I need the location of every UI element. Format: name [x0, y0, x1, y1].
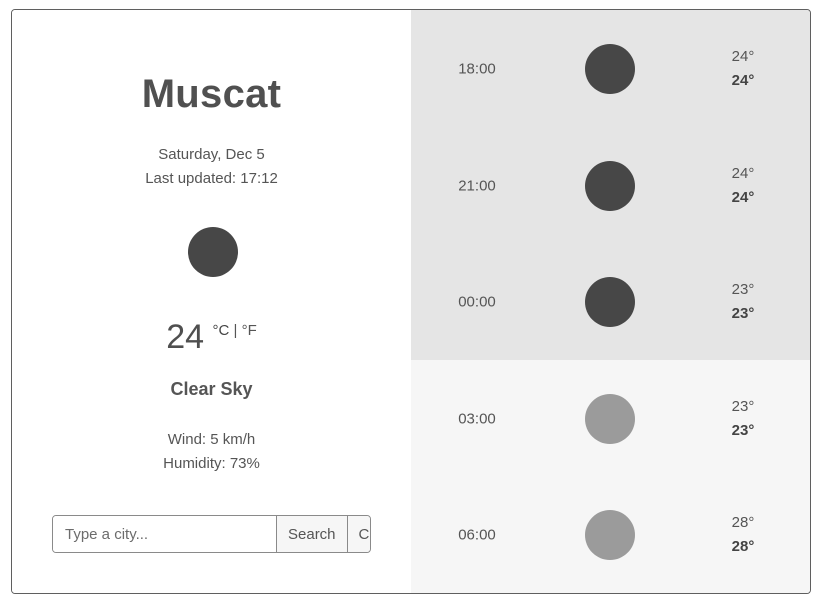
current-date: Saturday, Dec 5: [158, 146, 265, 163]
forecast-temp-bottom: 23°: [731, 421, 755, 439]
fahrenheit-link[interactable]: °F: [242, 322, 257, 339]
moon-icon: [585, 43, 635, 94]
forecast-time: 00:00: [458, 293, 496, 311]
forecast-row: 21:00 24° 24°: [411, 127, 810, 244]
forecast-temp-top: 24°: [731, 164, 755, 182]
forecast-time: 03:00: [458, 410, 496, 427]
sun-icon: [585, 510, 635, 560]
forecast-temperatures: 24° 24°: [711, 162, 775, 210]
weather-description: Clear Sky: [170, 379, 253, 399]
sun-icon: [585, 393, 635, 444]
celsius-link[interactable]: °C: [213, 322, 230, 339]
forecast-time: 21:00: [458, 177, 496, 194]
forecast-temperatures: 24° 24°: [711, 45, 775, 93]
forecast-time: 06:00: [458, 526, 496, 544]
forecast-row: 18:00 24° 24°: [411, 10, 810, 127]
moon-icon: [585, 277, 635, 327]
last-updated: Last updated: 17:12: [145, 170, 278, 187]
forecast-temp-bottom: 24°: [731, 71, 755, 89]
unit-switcher: °C | °F: [213, 322, 257, 339]
forecast-row: 00:00 23° 23°: [411, 244, 810, 360]
forecast-time: 18:00: [458, 60, 496, 77]
forecast-temp-bottom: 24°: [731, 188, 755, 206]
humidity: Humidity: 73%: [163, 455, 260, 472]
forecast-temperatures: 23° 23°: [711, 278, 775, 326]
wind-speed: Wind: 5 km/h: [167, 431, 256, 448]
forecast-row: 03:00 23° 23°: [411, 360, 810, 477]
city-name: Muscat: [141, 72, 282, 116]
city-search-input[interactable]: [53, 516, 276, 552]
temperature-display: 24 °C | °F: [12, 318, 411, 357]
forecast-temp-top: 24°: [731, 47, 755, 65]
search-button[interactable]: Search: [276, 516, 347, 552]
moon-icon: [188, 227, 238, 277]
forecast-panel: 18:00 24° 24° 21:00 24° 24° 00:00 23° 23…: [411, 10, 810, 593]
forecast-temp-top: 23°: [731, 281, 755, 298]
forecast-temp-bottom: 23°: [731, 305, 755, 322]
moon-icon: [585, 160, 635, 211]
current-weather-panel: Muscat Saturday, Dec 5 Last updated: 17:…: [12, 10, 411, 593]
city-search-form: Search Current: [52, 515, 371, 553]
forecast-row: 06:00 28° 28°: [411, 477, 810, 593]
current-location-button[interactable]: Current: [346, 516, 370, 552]
forecast-temp-top: 28°: [731, 514, 755, 531]
forecast-temperatures: 23° 23°: [711, 395, 775, 443]
current-temperature: 24: [166, 318, 205, 356]
unit-separator: |: [233, 322, 238, 339]
forecast-temp-top: 23°: [731, 397, 755, 415]
weather-card: Muscat Saturday, Dec 5 Last updated: 17:…: [11, 9, 811, 594]
forecast-temp-bottom: 28°: [731, 538, 755, 555]
forecast-temperatures: 28° 28°: [711, 511, 775, 559]
